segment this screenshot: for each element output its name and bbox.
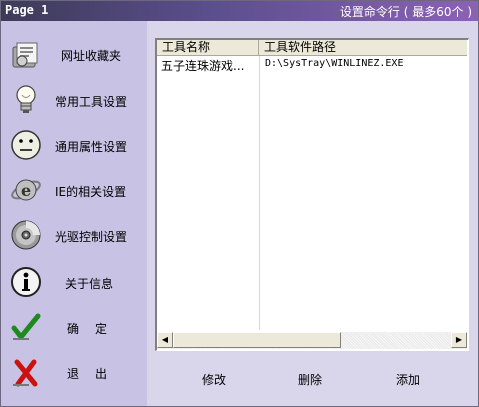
ok-button-label: 确 定 [67,322,110,336]
sidebar-item-label: 常用工具设置 [55,95,128,109]
checkmark-icon [11,313,41,340]
sidebar-item-label: 网址收藏夹 [61,49,122,63]
scroll-left-icon[interactable]: ◀ [157,332,173,348]
sidebar-item-label: 光驱控制设置 [55,230,128,244]
window-title: 设置命令行 ( 最多60个 ) [339,5,472,19]
list-header: 工具名称 工具软件路径 [157,40,467,56]
settings-window: Page 1 设置命令行 ( 最多60个 ) 网址收藏夹 常用工具设置 通用属性… [0,0,479,407]
info-icon [11,267,41,297]
ok-button[interactable]: 确 定 [1,306,147,350]
svg-text:e: e [21,181,31,200]
tool-list[interactable]: 工具名称 工具软件路径 五子连珠游戏... D:\SysTray\WINLINE… [155,38,469,351]
column-divider [259,56,260,330]
add-button[interactable]: 添加 [396,371,420,388]
sidebar-item-cdrom-control[interactable]: 光驱控制设置 [1,214,147,258]
sidebar-item-about[interactable]: 关于信息 [1,261,147,305]
horizontal-scrollbar[interactable]: ◀ ▶ [157,332,467,349]
sidebar-item-label: 关于信息 [65,277,114,291]
page-label: Page 1 [5,3,49,17]
column-header-tool-name[interactable]: 工具名称 [157,40,259,55]
internet-explorer-icon: e [11,179,41,201]
exit-button-label: 退 出 [67,367,110,381]
main-panel: 工具名称 工具软件路径 五子连珠游戏... D:\SysTray\WINLINE… [147,21,478,406]
x-cross-icon [13,359,38,387]
sidebar-item-common-tools[interactable]: 常用工具设置 [1,79,147,123]
lightbulb-icon [16,85,36,113]
sidebar: 网址收藏夹 常用工具设置 通用属性设置 e IE的相关设置 光驱控制设置 关于信… [1,21,147,406]
modify-button[interactable]: 修改 [202,371,226,388]
folder-document-icon [12,42,38,68]
sidebar-item-ie-settings[interactable]: e IE的相关设置 [1,169,147,213]
scroll-right-icon[interactable]: ▶ [451,332,467,348]
column-header-tool-path[interactable]: 工具软件路径 [259,40,467,55]
cell-tool-name: 五子连珠游戏... [161,59,245,73]
sidebar-item-label: IE的相关设置 [55,185,127,199]
sidebar-item-favorites[interactable]: 网址收藏夹 [1,33,147,77]
cd-disc-icon [11,220,41,250]
scroll-thumb[interactable] [173,332,341,348]
sidebar-item-label: 通用属性设置 [55,140,128,154]
smiley-face-icon [11,130,41,160]
delete-button[interactable]: 删除 [298,371,322,388]
exit-button[interactable]: 退 出 [1,351,147,395]
cell-tool-path: D:\SysTray\WINLINEZ.EXE [265,58,404,69]
title-bar: Page 1 设置命令行 ( 最多60个 ) [1,1,478,21]
sidebar-item-general-properties[interactable]: 通用属性设置 [1,124,147,168]
table-row[interactable]: 五子连珠游戏... D:\SysTray\WINLINEZ.EXE [157,56,467,73]
